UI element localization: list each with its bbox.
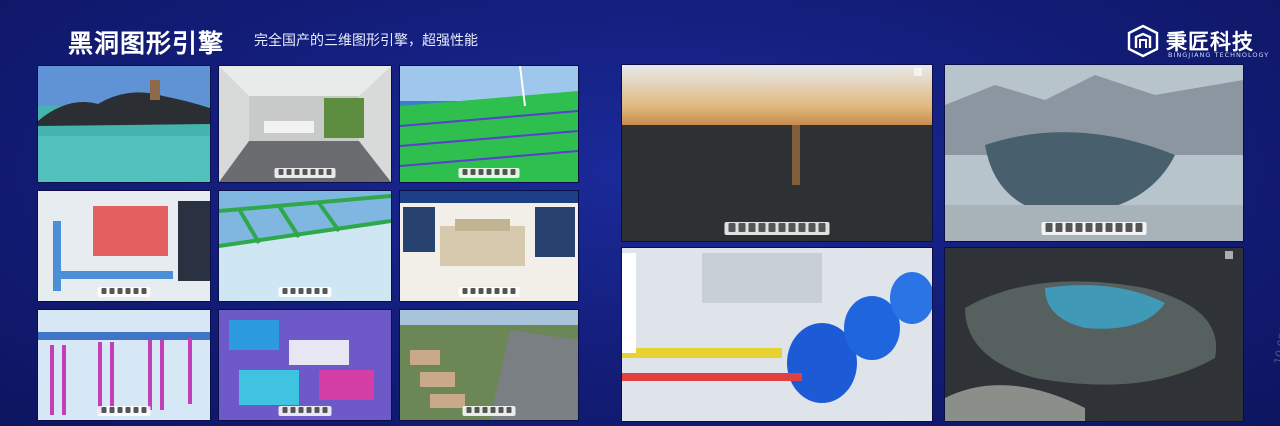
viewer-toolbar[interactable]: [274, 168, 336, 178]
screenshot-terrain-map[interactable]: [944, 247, 1244, 422]
office-scene: [219, 66, 391, 182]
mep-scene: [38, 191, 210, 301]
truss-scene: [219, 191, 391, 301]
viewer-corner-icon[interactable]: [1225, 251, 1233, 259]
screenshot-ocean-sunset[interactable]: [621, 64, 933, 242]
viewer-toolbar[interactable]: [97, 287, 151, 297]
viewer-toolbar[interactable]: [462, 406, 516, 416]
thumbnail-island[interactable]: [37, 65, 211, 183]
logo-english: BINGJIANG TECHNOLOGY: [1168, 51, 1270, 59]
viewer-toolbar[interactable]: [458, 287, 520, 297]
page-subtitle: 完全国产的三维图形引擎，超强性能: [254, 33, 478, 49]
viewer-corner-icon[interactable]: [914, 68, 922, 76]
page-title: 黑洞图形引擎: [68, 29, 225, 58]
thumbnail-steel-truss[interactable]: [218, 190, 392, 302]
bim-scene: [219, 310, 391, 420]
logo-mark-icon: [1127, 24, 1159, 58]
mountain-scene: [945, 65, 1243, 241]
rebar-scene: [400, 66, 578, 182]
viewer-toolbar[interactable]: [1041, 222, 1147, 235]
screenshot-mountain-lake[interactable]: [944, 64, 1244, 242]
piers-scene: [38, 310, 210, 420]
thumbnail-building-dashboard[interactable]: [399, 190, 579, 302]
thumbnail-bridge-piers[interactable]: [37, 309, 211, 421]
viewer-toolbar[interactable]: [458, 168, 520, 178]
screenshot-industrial-tanks[interactable]: [621, 247, 933, 422]
island-scene: [38, 66, 210, 182]
thumbnail-city-aerial[interactable]: [399, 309, 579, 421]
viewer-toolbar[interactable]: [278, 406, 332, 416]
thumbnail-bridge-rebar[interactable]: [399, 65, 579, 183]
thumbnail-bim-model[interactable]: [218, 309, 392, 421]
viewer-toolbar[interactable]: [97, 406, 151, 416]
watermark-text: 10,000: [1271, 325, 1280, 366]
city-scene: [400, 310, 578, 420]
thumbnail-mep-pipes[interactable]: [37, 190, 211, 302]
tanks-scene: [622, 248, 932, 421]
thumbnail-office-interior[interactable]: [218, 65, 392, 183]
company-logo: 秉匠科技 BINGJIANG TECHNOLOGY: [1126, 22, 1270, 64]
viewer-toolbar[interactable]: [278, 287, 332, 297]
terrain-scene: [945, 248, 1243, 421]
viewer-toolbar[interactable]: [724, 222, 830, 235]
ocean-scene: [622, 65, 932, 241]
dashboard-scene: [400, 191, 578, 301]
